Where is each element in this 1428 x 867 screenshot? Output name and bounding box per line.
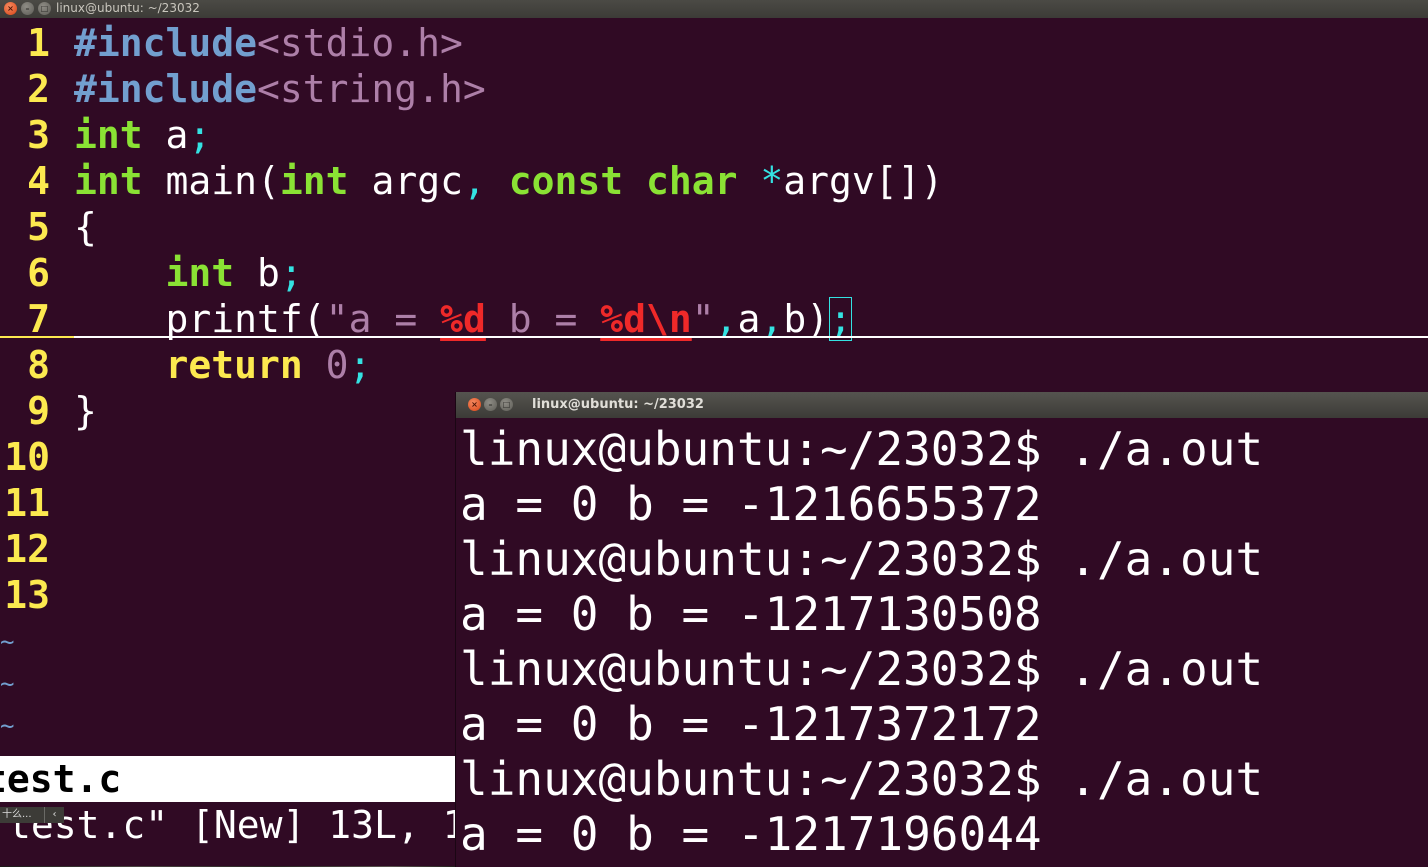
comma: , [462,159,486,203]
maximize-window-icon[interactable]: □ [38,2,51,15]
line-number: 9 [27,389,50,433]
cursorline-underline [74,336,1428,338]
type-keyword: int [165,251,235,295]
identifier: a [737,297,761,341]
identifier: argc [348,159,463,203]
identifier: a [142,113,189,157]
number-literal: 0 [302,343,349,387]
code-line: 2 #include<string.h> [0,66,486,112]
code-line: 10 [0,434,55,480]
brace: } [74,389,97,433]
include-path: <string.h> [257,67,486,111]
semicolon: ; [279,251,303,295]
vim-window-titlebar[interactable]: × – □ linux@ubuntu: ~/23032 [0,0,1428,18]
terminal-output-line: a = 0 b = -1217130508 [460,587,1042,641]
minimize-window-icon[interactable]: – [21,2,34,15]
terminal-prompt-line: linux@ubuntu:~/23032$ ./a.out [460,422,1264,476]
string-literal: a = [348,297,441,341]
vim-statusline: test.c [0,756,460,802]
type-keyword: int [74,113,143,157]
empty-line-tilde: ~ [0,712,15,740]
terminal-output-line: a = 0 b = -1217372172 [460,697,1042,751]
format-specifier: %d\n [600,297,692,341]
minimize-window-icon[interactable]: – [484,398,497,411]
code-line: 1 #include<stdio.h> [0,20,463,66]
include-path: <stdio.h> [257,21,463,65]
code-line: 11 [0,480,55,526]
terminal-prompt-line: linux@ubuntu:~/23032$ ./a.out [460,642,1264,696]
semicolon: ; [348,343,372,387]
semicolon: ; [188,113,212,157]
close-window-icon[interactable]: × [4,2,17,15]
terminal-window-controls: × – □ [468,398,513,411]
terminal-output-line: a = 0 b = -1217196044 [460,807,1042,861]
string-literal: b = [485,297,601,341]
maximize-window-icon[interactable]: □ [500,398,513,411]
code-line: 6 int b; [0,250,303,296]
line-number: 5 [27,205,50,249]
identifier: b [234,251,280,295]
preprocessor-directive: #include [74,67,258,111]
code-line: 9} [0,388,97,434]
vim-message-line: test.c" [New] 13L, 1 [8,803,460,847]
window-controls: × – □ [4,2,51,15]
code-line: 12 [0,526,55,572]
empty-line-tilde: ~ [0,628,15,656]
preprocessor-directive: #include [74,21,258,65]
line-number: 12 [4,527,50,571]
line-number: 11 [4,481,50,525]
code-line: 5{ [0,204,97,250]
return-keyword: return [165,343,303,387]
line-number: 13 [4,573,50,617]
text-cursor: ; [829,297,852,341]
identifier: argv[]) [783,159,944,203]
terminal-prompt-line: linux@ubuntu:~/23032$ ./a.out [460,532,1264,586]
window-title: linux@ubuntu: ~/23032 [56,1,200,15]
close-window-icon[interactable]: × [468,398,481,411]
line-number: 4 [27,159,50,203]
format-specifier: %d [440,297,486,341]
code-line: 3 int a; [0,112,211,158]
code-line: 8 return 0; [0,342,371,388]
terminal-title: linux@ubuntu: ~/23032 [532,397,704,412]
input-method-bar[interactable]: 十么... ‹ [0,807,64,823]
string-quote: " [691,297,715,341]
cursorline-number-marker [0,336,74,338]
terminal-titlebar[interactable]: × – □ linux@ubuntu: ~/23032 [456,392,1428,418]
type-keyword: const [485,159,624,203]
identifier: b) [783,297,830,341]
line-number: 8 [27,343,50,387]
ime-collapse-arrow-icon[interactable]: ‹ [44,807,64,823]
line-number: 3 [27,113,50,157]
statusline-filename: test.c [0,757,122,801]
line-number: 10 [4,435,50,479]
empty-line-tilde: ~ [0,670,15,698]
pointer-operator: * [737,159,784,203]
function-name: main( [142,159,280,203]
code-line: 4 int main(int argc, const char *argv[]) [0,158,943,204]
type-keyword: int [279,159,349,203]
code-line: 13 [0,572,55,618]
line-number: 1 [27,21,50,65]
comma: , [714,297,738,341]
line-number: 2 [27,67,50,111]
type-keyword: char [623,159,738,203]
line-number: 6 [27,251,50,295]
function-call: printf( [165,297,326,341]
terminal-output[interactable]: linux@ubuntu:~/23032$ ./a.out a = 0 b = … [460,422,1425,862]
terminal-output-line: a = 0 b = -1216655372 [460,477,1042,531]
ime-label: 十么... [2,809,32,820]
terminal-window[interactable]: × – □ linux@ubuntu: ~/23032 linux@ubuntu… [455,392,1428,867]
string-quote: " [325,297,349,341]
comma: , [760,297,784,341]
terminal-prompt-line: linux@ubuntu:~/23032$ ./a.out [460,752,1264,806]
type-keyword: int [74,159,143,203]
brace: { [74,205,97,249]
